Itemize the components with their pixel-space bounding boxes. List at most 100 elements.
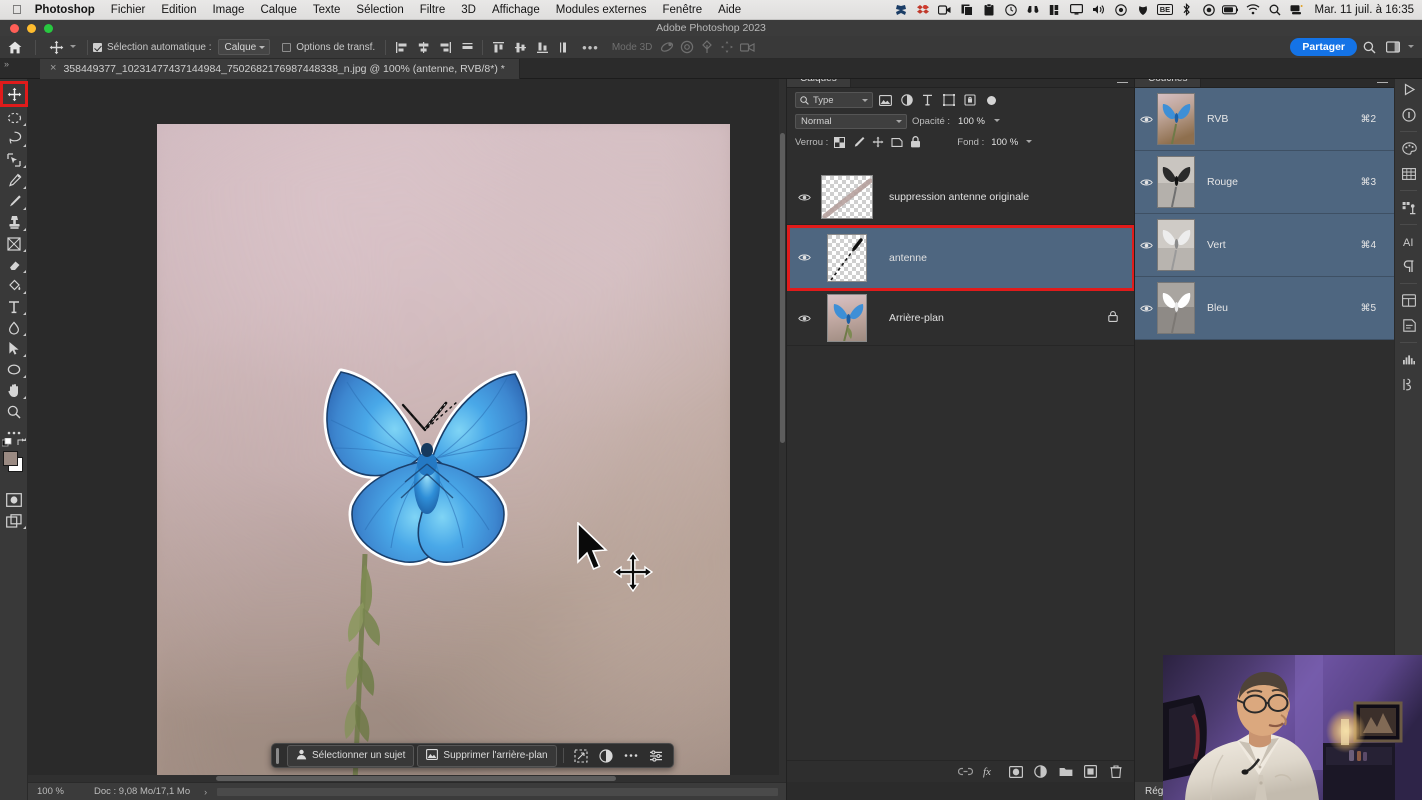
channel-name[interactable]: Bleu — [1195, 302, 1228, 314]
lock-transparent-icon[interactable] — [832, 135, 847, 150]
filter-toggle-switch[interactable] — [987, 95, 996, 105]
foreground-color-swatch[interactable] — [3, 451, 18, 466]
auto-select-checkbox[interactable] — [93, 42, 102, 52]
sidebar-item-screen-mode[interactable] — [0, 510, 28, 531]
opacity-value[interactable]: 100 % — [955, 116, 985, 127]
layer-filter-dropdown[interactable]: Type — [795, 92, 873, 108]
tabbar-chevrons-icon[interactable]: » — [0, 59, 14, 72]
sidebar-item-move-tool[interactable] — [0, 81, 28, 107]
shape-filter-icon[interactable] — [940, 92, 957, 109]
menu-filtre[interactable]: Filtre — [412, 0, 454, 20]
remove-background-button[interactable]: Supprimer l'arrière-plan — [417, 744, 557, 767]
layer-visibility-toggle[interactable] — [793, 253, 815, 262]
color-swatches[interactable] — [0, 437, 28, 477]
layer-thumbnail-cell[interactable] — [815, 294, 879, 342]
adobe-firefly-icon[interactable]: AI — [1395, 229, 1422, 254]
document-image[interactable] — [157, 124, 730, 792]
align-middle-v-icon[interactable] — [510, 38, 530, 56]
align-right-icon[interactable] — [435, 38, 455, 56]
tool-preset-chevron-down-icon[interactable] — [67, 39, 78, 55]
sidebar-item-brush-tool[interactable] — [0, 191, 28, 212]
menu-modules-externes[interactable]: Modules externes — [548, 0, 655, 20]
table-row[interactable]: suppression antenne originale — [787, 170, 1134, 225]
layer-thumbnail-cell[interactable] — [815, 175, 879, 219]
timemachine-icon[interactable] — [1198, 0, 1219, 20]
layer-visibility-toggle[interactable] — [793, 193, 815, 202]
be-badge[interactable]: BE — [1154, 0, 1175, 20]
lock-all-icon[interactable] — [908, 135, 923, 150]
lock-artboard-icon[interactable] — [889, 135, 904, 150]
clock-icon[interactable] — [1000, 0, 1021, 20]
channel-name[interactable]: Vert — [1195, 239, 1226, 251]
sidebar-item-healing-brush-tool[interactable] — [0, 170, 28, 191]
align-bottom-icon[interactable] — [532, 38, 552, 56]
align-left-icon[interactable] — [391, 38, 411, 56]
link-icon[interactable] — [958, 764, 973, 779]
play-icon[interactable] — [1395, 77, 1422, 102]
smartobject-filter-icon[interactable] — [961, 92, 978, 109]
info-icon[interactable] — [1395, 102, 1422, 127]
bluetooth-icon[interactable] — [1176, 0, 1197, 20]
channel-visibility-toggle[interactable] — [1135, 304, 1157, 313]
sidebar-item-object-selection-tool[interactable] — [0, 149, 28, 170]
record-icon[interactable] — [1110, 0, 1131, 20]
search-icon[interactable] — [1357, 36, 1381, 59]
delete-icon[interactable] — [1108, 764, 1123, 779]
drag-handle[interactable] — [276, 747, 279, 764]
actions-icon[interactable] — [1395, 372, 1422, 397]
adjustment-layer-icon[interactable] — [1033, 764, 1048, 779]
table-row[interactable]: Vert ⌘4 — [1135, 214, 1394, 277]
controlcenter-icon[interactable] — [1286, 0, 1307, 20]
menu-calque[interactable]: Calque — [252, 0, 304, 20]
menu-selection[interactable]: Sélection — [348, 0, 411, 20]
table-row[interactable]: antenne — [787, 225, 1135, 291]
menu-fenetre[interactable]: Fenêtre — [655, 0, 711, 20]
libraries-icon[interactable] — [1395, 195, 1422, 220]
display-icon[interactable] — [1066, 0, 1087, 20]
lock-position-icon[interactable] — [870, 135, 885, 150]
swap-colors-icon[interactable] — [17, 438, 26, 449]
type-filter-icon[interactable] — [919, 92, 936, 109]
canvas-vertical-scrollbar[interactable] — [779, 79, 786, 782]
select-subject-button[interactable]: Sélectionner un sujet — [287, 744, 415, 767]
color-swatches-icon[interactable] — [1395, 136, 1422, 161]
menu-3d[interactable]: 3D — [453, 0, 484, 20]
opacity-chevron-down-icon[interactable] — [990, 114, 1002, 128]
adjustment-filter-icon[interactable] — [898, 92, 915, 109]
butterfly-icon[interactable] — [890, 0, 911, 20]
table-row[interactable]: Arrière-plan — [787, 291, 1134, 346]
adjustment-icon[interactable] — [595, 746, 617, 765]
layer-name[interactable]: Arrière-plan — [879, 312, 944, 324]
sidebar-item-shape-tool[interactable] — [0, 359, 28, 380]
battery-icon[interactable] — [1220, 0, 1241, 20]
pixel-filter-icon[interactable] — [877, 92, 894, 109]
paragraph-icon[interactable] — [1395, 254, 1422, 279]
histogram-icon[interactable] — [1395, 347, 1422, 372]
mask-icon[interactable] — [1008, 764, 1023, 779]
spotlight-icon[interactable] — [1264, 0, 1285, 20]
sidebar-item-eraser-tool[interactable] — [0, 254, 28, 275]
sidebar-item-quick-mask[interactable] — [0, 489, 28, 510]
menu-affichage[interactable]: Affichage — [484, 0, 548, 20]
close-icon[interactable]: × — [50, 63, 56, 74]
layer-thumbnail-cell[interactable] — [815, 233, 879, 282]
channel-visibility-toggle[interactable] — [1135, 178, 1157, 187]
align-top-icon[interactable] — [488, 38, 508, 56]
sidebar-item-blur-tool[interactable] — [0, 317, 28, 338]
more-options-icon[interactable]: ••• — [574, 40, 607, 55]
fx-icon[interactable]: fx — [983, 764, 998, 779]
wifi-icon[interactable] — [1242, 0, 1263, 20]
channel-name[interactable]: Rouge — [1195, 176, 1238, 188]
status-scrollbar[interactable] — [217, 787, 778, 796]
status-chevron-right-icon[interactable]: › — [190, 787, 207, 797]
vpn-icon[interactable] — [1132, 0, 1153, 20]
sidebar-item-gradient-tool[interactable] — [0, 275, 28, 296]
sidebar-item-marquee-tool[interactable] — [0, 107, 28, 128]
layer-visibility-toggle[interactable] — [793, 314, 815, 323]
stats-icon[interactable] — [1044, 0, 1065, 20]
align-center-h-icon[interactable] — [413, 38, 433, 56]
default-colors-icon[interactable] — [1, 437, 12, 450]
menu-clock[interactable]: Mar. 11 juil. à 16:35 — [1308, 4, 1414, 16]
canvas-area[interactable]: Sélectionner un sujet Supprimer l'arrièr… — [28, 79, 786, 792]
settings-icon[interactable] — [645, 746, 667, 765]
